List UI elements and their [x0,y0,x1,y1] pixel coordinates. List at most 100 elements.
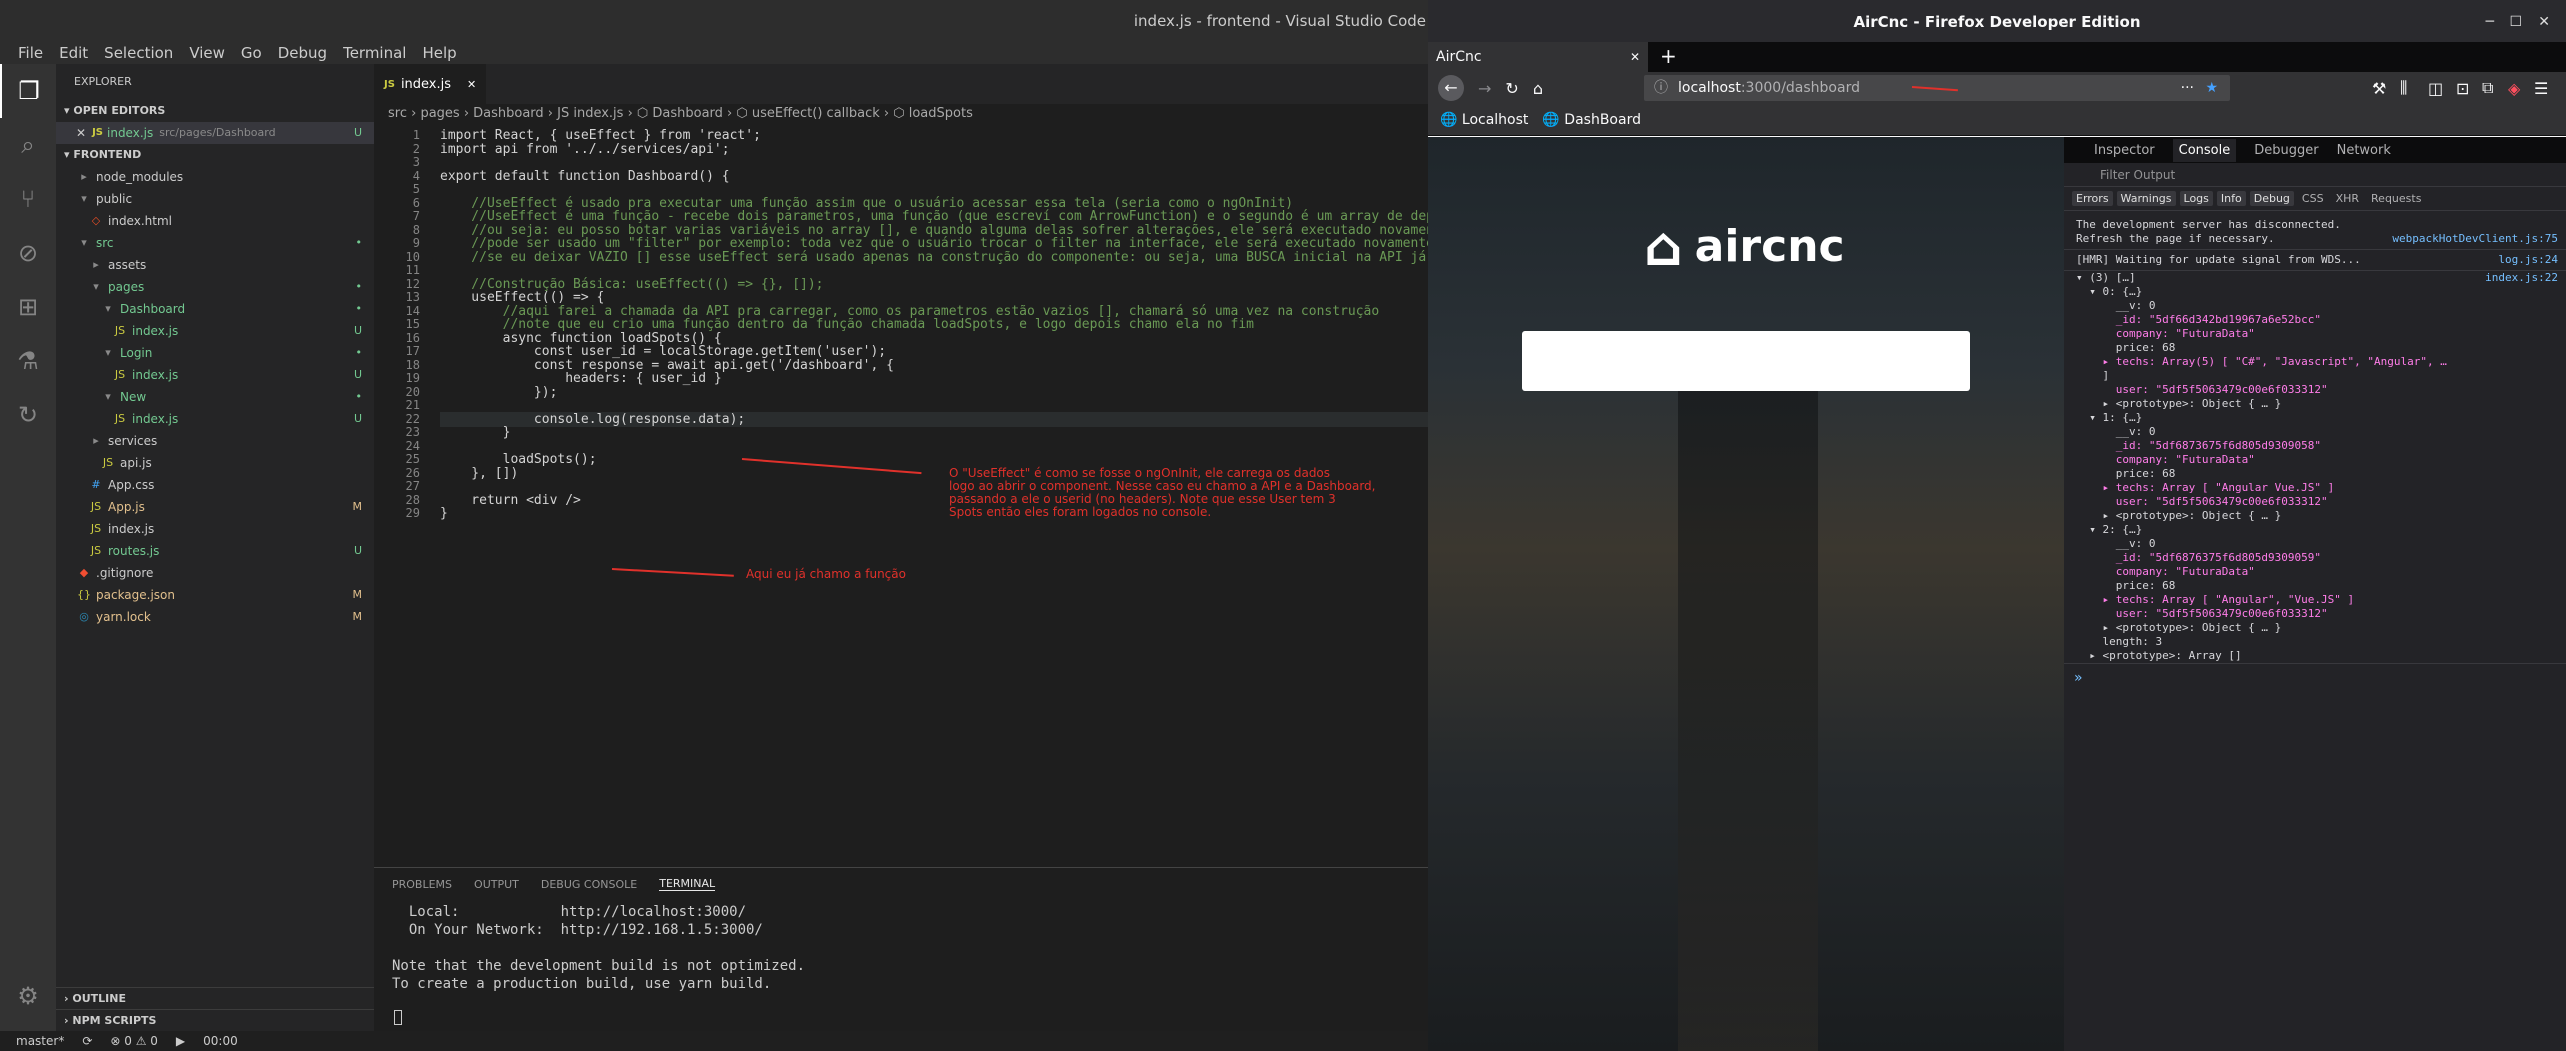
tree-item-label: App.js [108,500,145,514]
panel-tab-output[interactable]: OUTPUT [474,878,519,891]
back-icon[interactable]: ← [1438,75,1464,101]
close-icon[interactable]: ✕ [467,78,476,91]
tree-item[interactable]: ◎ yarn.lock M [56,606,374,628]
tree-item[interactable]: # App.css [56,474,374,496]
search-icon[interactable]: ⌕ [0,118,56,172]
close-icon[interactable]: ✕ [2538,0,2550,44]
tree-item[interactable]: JS routes.js U [56,540,374,562]
airbnb-logo-icon: ⌂ [1644,215,1683,278]
new-tab-icon[interactable]: + [1660,44,1677,68]
tree-item[interactable]: JS index.js U [56,408,374,430]
git-branch[interactable]: master* [16,1031,64,1051]
filter-output-input[interactable]: Filter Output [2064,163,2566,187]
console-line: ▾ 0: {…} [2064,285,2566,299]
bookmark-localhost[interactable]: 🌐 Localhost [1440,112,1528,128]
tree-item[interactable]: JS App.js M [56,496,374,518]
forward-icon[interactable]: → [1478,79,1491,98]
library-icon[interactable]: ⫼ [2400,78,2407,98]
close-icon[interactable]: ✕ [76,122,86,144]
debug-icon[interactable]: ⊘ [0,226,56,280]
flask-icon[interactable]: ⚗ [0,334,56,388]
npm-scripts-header[interactable]: › NPM SCRIPTS [56,1009,374,1031]
level-debug[interactable]: Debug [2249,191,2294,206]
console-source-link[interactable]: index.js:22 [2485,271,2558,285]
outline-header[interactable]: › OUTLINE [56,987,374,1009]
tree-item[interactable]: ▾ src • [56,232,374,254]
tree-item[interactable]: JS api.js [56,452,374,474]
line-number: 29 [405,506,420,520]
menu-go[interactable]: Go [241,42,262,64]
open-editors-header[interactable]: ▾ OPEN EDITORS [56,100,374,122]
extensions-icon[interactable]: ⊞ [0,280,56,334]
bookmark-dashboard[interactable]: 🌐 DashBoard [1542,112,1641,128]
tree-item[interactable]: ▾ Login • [56,342,374,364]
tree-item[interactable]: ▾ New • [56,386,374,408]
menu-view[interactable]: View [189,42,225,64]
menu-debug[interactable]: Debug [278,42,327,64]
console-input[interactable]: » [2064,663,2566,692]
source-control-icon[interactable]: ⑂ [0,172,56,226]
home-icon[interactable]: ⌂ [1533,79,1543,98]
terminal[interactable]: Local: http://localhost:3000/ On Your Ne… [374,900,1428,1030]
tab-index-js[interactable]: JS index.js ✕ [374,64,486,104]
level-requests[interactable]: Requests [2367,191,2425,206]
level-css[interactable]: CSS [2298,191,2328,206]
menu-selection[interactable]: Selection [104,42,173,64]
addon-icon[interactable]: ◈ [2508,79,2520,98]
menu-icon[interactable]: ☰ [2534,79,2548,98]
panel-tab-debug-console[interactable]: DEBUG CONSOLE [541,878,637,891]
tree-item[interactable]: ◇ index.html [56,210,374,232]
level-logs[interactable]: Logs [2179,191,2213,206]
tree-item[interactable]: ▸ services [56,430,374,452]
menu-file[interactable]: File [18,42,43,64]
tree-item[interactable]: ▸ node_modules [56,166,374,188]
tab-console[interactable]: Console [2172,138,2237,162]
tree-item[interactable]: ▾ pages • [56,276,374,298]
panel-tab-terminal[interactable]: TERMINAL [659,877,716,891]
menu-help[interactable]: Help [422,42,456,64]
tree-item[interactable]: ◆ .gitignore [56,562,374,584]
folder-icon: ▸ [81,170,87,183]
tools-icon[interactable]: ⚒ [2372,79,2386,98]
tab-inspector[interactable]: Inspector [2094,143,2155,158]
sync-icon[interactable]: ⟳ [82,1031,92,1051]
menu-terminal[interactable]: Terminal [343,42,406,64]
browser-tab[interactable]: AirCnc ✕ [1428,42,1648,72]
level-errors[interactable]: Errors [2072,191,2113,206]
level-xhr[interactable]: XHR [2332,191,2363,206]
problems-count[interactable]: ⊗ 0 ⚠ 0 [110,1031,158,1051]
web-page: ⌂ aircnc [1428,137,2064,1051]
page-actions-icon[interactable]: ··· [2181,75,2194,101]
tab-debugger[interactable]: Debugger [2254,143,2318,158]
menu-edit[interactable]: Edit [59,42,88,64]
console-source-link[interactable]: log.js:24 [2498,253,2558,267]
sidebar-icon[interactable]: ◫ [2428,79,2443,98]
reload-icon[interactable]: ↻ [1505,79,1518,98]
tree-item[interactable]: ▸ assets [56,254,374,276]
minimize-icon[interactable]: ─ [2486,0,2494,44]
level-warnings[interactable]: Warnings [2116,191,2176,206]
open-editor-item[interactable]: ✕ JS index.js src/pages/Dashboard U [56,122,374,144]
project-header[interactable]: ▾ FRONTEND [56,144,374,166]
extension-icon[interactable]: ⊡ [2456,79,2469,98]
level-info[interactable]: Info [2216,191,2246,206]
files-icon[interactable]: ❐ [0,64,56,118]
tree-item[interactable]: ▾ Dashboard • [56,298,374,320]
maximize-icon[interactable]: ☐ [2509,0,2522,44]
run-icon[interactable]: ▶ [176,1031,185,1051]
remote-icon[interactable]: ↻ [0,388,56,442]
js-file-icon: JS [92,127,103,138]
tree-item[interactable]: {} package.json M [56,584,374,606]
gear-icon[interactable]: ⚙ [0,969,56,1023]
screenshot-icon[interactable]: ⧉ [2482,78,2493,98]
tree-item[interactable]: ▾ public [56,188,374,210]
breadcrumb[interactable]: src › pages › Dashboard › JS index.js › … [374,104,1428,124]
tree-item[interactable]: JS index.js U [56,320,374,342]
console-source-link[interactable]: webpackHotDevClient.js:75 [2392,232,2558,246]
close-icon[interactable]: ✕ [1630,42,1640,72]
tree-item[interactable]: JS index.js U [56,364,374,386]
tab-network[interactable]: Network [2337,143,2391,158]
tree-item[interactable]: JS index.js [56,518,374,540]
bookmark-star-icon[interactable]: ★ [2205,75,2218,101]
panel-tab-problems[interactable]: PROBLEMS [392,878,452,891]
